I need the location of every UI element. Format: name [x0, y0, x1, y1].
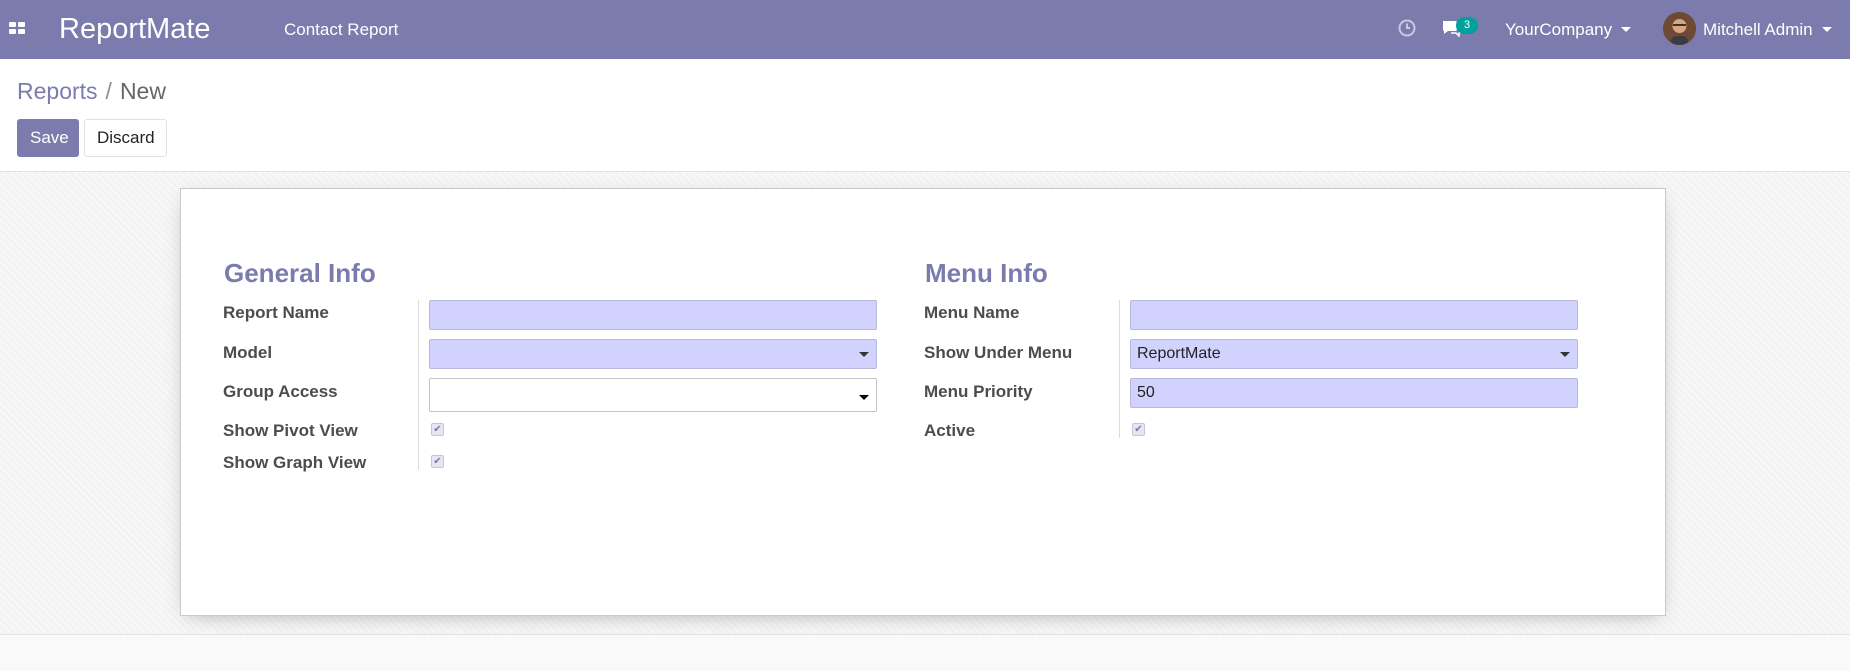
apps-grid-icon[interactable] [9, 22, 25, 34]
menu-name-input[interactable] [1130, 300, 1578, 330]
breadcrumb-current: New [119, 78, 166, 104]
active-label: Active [924, 421, 976, 440]
menu-contact-report[interactable]: Contact Report [284, 20, 398, 40]
company-switcher[interactable]: YourCompany [1505, 20, 1632, 40]
model-label: Model [223, 343, 273, 362]
clock-icon[interactable] [1398, 19, 1416, 37]
company-name: YourCompany [1505, 20, 1613, 39]
chevron-down-icon [1560, 352, 1570, 357]
user-avatar-icon [1663, 12, 1696, 45]
breadcrumb-separator: / [105, 78, 112, 104]
group-access-label: Group Access [223, 382, 338, 401]
report-name-label: Report Name [223, 303, 329, 322]
breadcrumb: Reports / New [17, 77, 166, 105]
control-panel: Reports / New Save Discard [0, 59, 1850, 172]
chevron-down-icon [859, 395, 869, 400]
show-under-menu-label: Show Under Menu [924, 343, 1073, 362]
general-info-title: General Info [224, 258, 376, 288]
chevron-down-icon [859, 352, 869, 357]
user-name: Mitchell Admin [1703, 20, 1813, 39]
menu-name-label: Menu Name [924, 303, 1020, 322]
breadcrumb-reports[interactable]: Reports [17, 78, 98, 104]
show-under-menu-value: ReportMate [1137, 345, 1221, 362]
chevron-down-icon [1821, 27, 1832, 32]
show-under-menu-select[interactable]: ReportMate [1130, 339, 1578, 369]
show-pivot-label: Show Pivot View [223, 421, 358, 440]
footer-area [0, 634, 1850, 671]
menu-priority-input[interactable]: 50 [1130, 378, 1578, 408]
show-graph-checkbox[interactable]: ✔ [431, 455, 444, 468]
app-brand[interactable]: ReportMate [59, 12, 211, 46]
save-button[interactable]: Save [17, 119, 79, 157]
chat-count-badge: 3 [1456, 17, 1478, 34]
chevron-down-icon [1621, 27, 1632, 32]
group-access-select[interactable] [429, 378, 877, 412]
form-sheet: General Info Report Name Model Group Acc… [180, 188, 1666, 616]
top-navbar: ReportMate Contact Report 3 YourCompany … [0, 0, 1850, 59]
menu-priority-label: Menu Priority [924, 382, 1033, 401]
active-checkbox[interactable]: ✔ [1132, 423, 1145, 436]
general-info-divider [418, 300, 419, 470]
model-select[interactable] [429, 339, 877, 369]
menu-info-title: Menu Info [925, 258, 1048, 288]
show-graph-label: Show Graph View [223, 453, 367, 472]
avatar[interactable] [1663, 12, 1696, 45]
menu-info-divider [1119, 300, 1120, 438]
show-pivot-checkbox[interactable]: ✔ [431, 423, 444, 436]
user-menu[interactable]: Mitchell Admin [1703, 20, 1832, 40]
report-name-input[interactable] [429, 300, 877, 330]
discard-button[interactable]: Discard [84, 119, 167, 157]
